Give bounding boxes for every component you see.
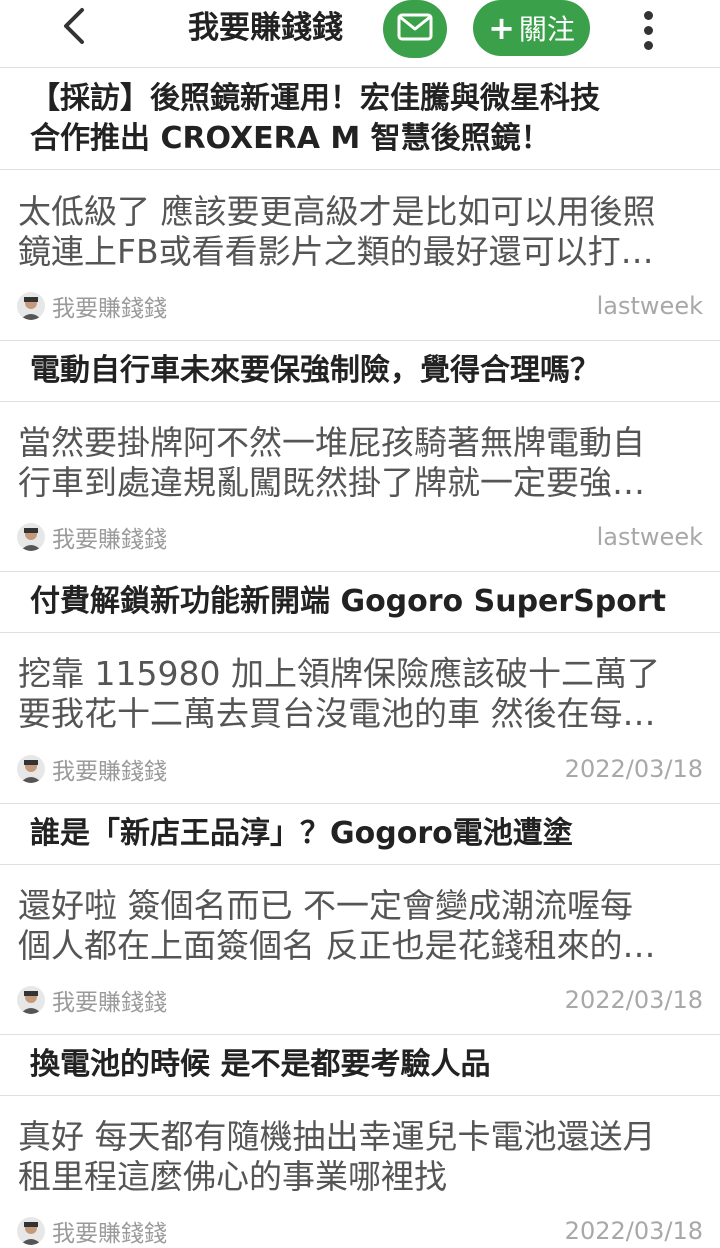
- message-button[interactable]: [383, 0, 447, 58]
- chevron-left-icon: [60, 6, 88, 50]
- reply-meta: 我要賺錢錢 2022/03/18: [17, 752, 703, 786]
- author-name[interactable]: 我要賺錢錢: [52, 520, 167, 554]
- more-options-button[interactable]: [628, 8, 668, 52]
- author-name[interactable]: 我要賺錢錢: [52, 289, 167, 323]
- topic-title[interactable]: 換電池的時候 是不是都要考驗人品: [0, 1034, 720, 1096]
- reply-meta: 我要賺錢錢 2022/03/18: [17, 983, 703, 1017]
- reply-text[interactable]: 真好 每天都有隨機抽出幸運兒卡電池還送月 租里程這麼佛心的事業哪裡找: [18, 1117, 704, 1197]
- timestamp: 2022/03/18: [564, 986, 703, 1014]
- reply-text[interactable]: 太低級了 應該要更高級才是比如可以用後照 鏡連上FB或看看影片之類的最好還可以打…: [18, 192, 704, 272]
- timestamp: 2022/03/18: [564, 755, 703, 783]
- timestamp: lastweek: [596, 523, 703, 551]
- topic-title[interactable]: 誰是「新店王品淳」？Gogoro電池遭塗: [0, 803, 720, 865]
- top-bar: 我要賺錢錢 + 關注: [0, 0, 720, 66]
- topic-title-line: 誰是「新店王品淳」？Gogoro電池遭塗: [30, 816, 573, 851]
- envelope-icon: [397, 13, 433, 45]
- author-name[interactable]: 我要賺錢錢: [52, 983, 167, 1017]
- reply-text[interactable]: 挖靠 115980 加上領牌保險應該破十二萬了 要我花十二萬去買台沒電池的車 然…: [18, 654, 704, 734]
- plus-icon: +: [488, 9, 515, 47]
- reply-text[interactable]: 當然要掛牌阿不然一堆屁孩騎著無牌電動自 行車到處違規亂闖既然掛了牌就一定要強…: [18, 423, 704, 503]
- reply-meta: 我要賺錢錢 lastweek: [17, 520, 703, 554]
- timestamp: 2022/03/18: [564, 1217, 703, 1245]
- follow-button[interactable]: + 關注: [473, 0, 590, 56]
- topic-title-line: 【採訪】後照鏡新運用！宏佳騰與微星科技: [30, 80, 600, 116]
- topic-title-line: 付費解鎖新功能新開端 Gogoro SuperSport: [30, 584, 667, 619]
- topic-title-line: 換電池的時候 是不是都要考驗人品: [30, 1047, 491, 1082]
- vertical-dots-icon: [643, 10, 653, 20]
- topic-title-line: 合作推出 CROXERA M 智慧後照鏡！: [30, 120, 551, 156]
- avatar[interactable]: [17, 523, 45, 551]
- back-button[interactable]: [52, 6, 96, 50]
- avatar[interactable]: [17, 755, 45, 783]
- author-name[interactable]: 我要賺錢錢: [52, 1214, 167, 1248]
- page-title: 我要賺錢錢: [188, 10, 343, 46]
- avatar[interactable]: [17, 1217, 45, 1245]
- timestamp: lastweek: [596, 292, 703, 320]
- reply-text[interactable]: 還好啦 簽個名而已 不一定會變成潮流喔每 個人都在上面簽個名 反正也是花錢租來的…: [18, 886, 704, 966]
- follow-label: 關注: [518, 13, 575, 46]
- topic-title[interactable]: 【採訪】後照鏡新運用！宏佳騰與微星科技 合作推出 CROXERA M 智慧後照鏡…: [0, 67, 720, 170]
- topic-title-line: 電動自行車未來要保強制險，覺得合理嗎？: [30, 353, 600, 388]
- reply-meta: 我要賺錢錢 2022/03/18: [17, 1214, 703, 1248]
- topic-title[interactable]: 電動自行車未來要保強制險，覺得合理嗎？: [0, 340, 720, 402]
- reply-meta: 我要賺錢錢 lastweek: [17, 289, 703, 323]
- avatar[interactable]: [17, 986, 45, 1014]
- author-name[interactable]: 我要賺錢錢: [52, 752, 167, 786]
- avatar[interactable]: [17, 292, 45, 320]
- topic-title[interactable]: 付費解鎖新功能新開端 Gogoro SuperSport: [0, 571, 720, 633]
